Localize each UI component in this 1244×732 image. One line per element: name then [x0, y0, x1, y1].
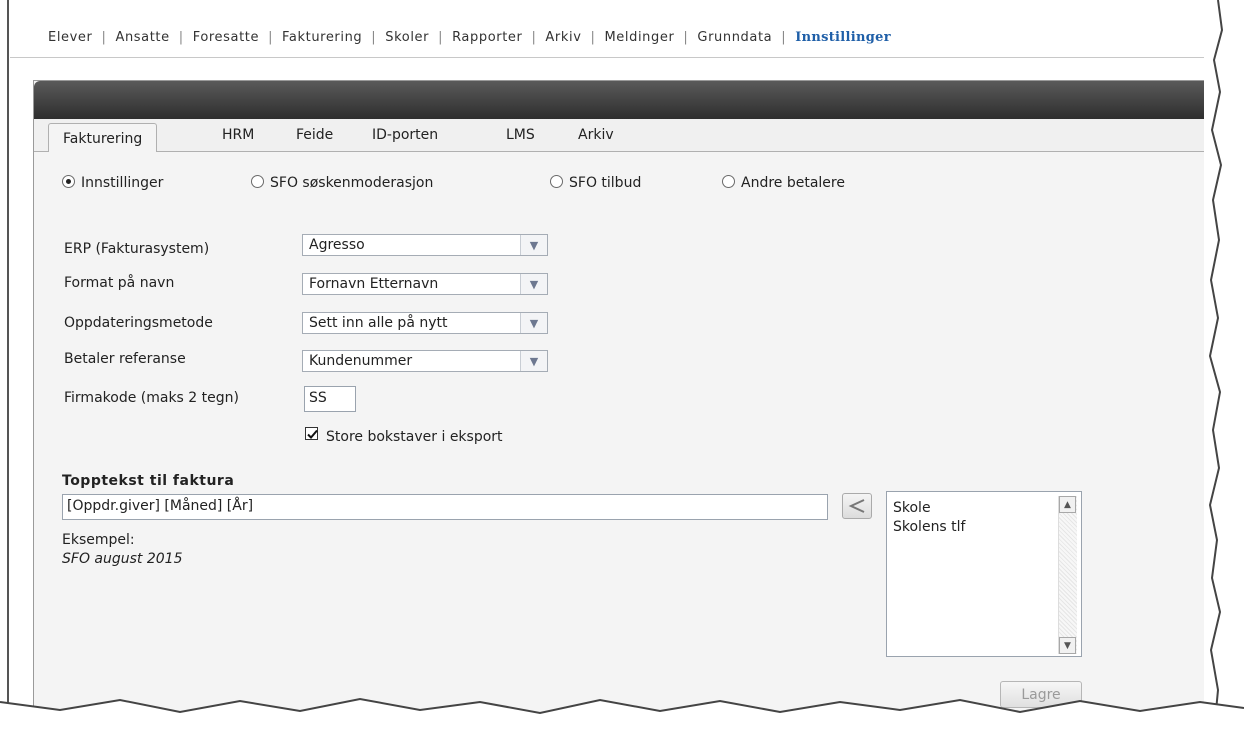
nav-elever[interactable]: Elever: [48, 30, 92, 45]
nav-meldinger[interactable]: Meldinger: [604, 30, 674, 45]
torn-edge-bottom: [0, 692, 1244, 732]
radio-button[interactable]: [722, 175, 735, 188]
chevron-down-icon[interactable]: ▼: [520, 235, 547, 255]
listbox-scrollbar[interactable]: ▲ ▼: [1058, 496, 1077, 654]
chevron-down-icon[interactable]: ▼: [520, 351, 547, 371]
name-format-label: Format på navn: [64, 275, 175, 291]
nav-separator: |: [438, 29, 444, 45]
example-value: SFO august 2015: [62, 551, 183, 567]
radio-andre-betalere[interactable]: Andre betalere: [722, 175, 845, 195]
example-label: Eksempel:: [62, 532, 135, 548]
chevron-down-icon[interactable]: ▼: [520, 313, 547, 333]
tab-bar: Fakturering HRM Feide ID-porten LMS Arki…: [34, 119, 1234, 152]
top-navigation: Elever | Ansatte | Foresatte | Fakturering |…: [48, 27, 891, 47]
update-method-value: Sett inn alle på nytt: [309, 315, 448, 331]
token-listbox[interactable]: Skole Skolens tlf ▲ ▼: [886, 491, 1082, 657]
nav-arkiv[interactable]: Arkiv: [545, 30, 581, 45]
radio-button[interactable]: [251, 175, 264, 188]
payer-ref-select[interactable]: Kundenummer ▼: [302, 350, 548, 372]
nav-separator: |: [781, 29, 787, 45]
erp-select-value: Agresso: [309, 237, 365, 253]
name-format-select[interactable]: Fornavn Etternavn ▼: [302, 273, 548, 295]
nav-separator: |: [531, 29, 537, 45]
company-code-label: Firmakode (maks 2 tegn): [64, 390, 239, 406]
radio-soskenmoderasjon[interactable]: SFO søskenmoderasjon: [251, 175, 433, 195]
topnav-divider: [10, 57, 1230, 58]
list-item[interactable]: Skole: [893, 500, 931, 516]
nav-separator: |: [371, 29, 377, 45]
arrow-left-icon: [848, 499, 865, 513]
radio-button[interactable]: [62, 175, 75, 188]
radio-sfo-tilbud[interactable]: SFO tilbud: [550, 175, 641, 195]
erp-label: ERP (Fakturasystem): [64, 241, 210, 257]
nav-innstillinger[interactable]: Innstillinger: [795, 30, 891, 45]
list-item[interactable]: Skolens tlf: [893, 519, 966, 535]
radio-label: Innstillinger: [81, 175, 164, 191]
header-text-title: Topptekst til faktura: [62, 473, 235, 489]
uppercase-checkbox[interactable]: [305, 427, 318, 440]
radio-button[interactable]: [550, 175, 563, 188]
update-method-label: Oppdateringsmetode: [64, 315, 213, 331]
tab-arkiv[interactable]: Arkiv: [578, 127, 614, 151]
update-method-select[interactable]: Sett inn alle på nytt ▼: [302, 312, 548, 334]
nav-separator: |: [590, 29, 596, 45]
scroll-up-icon[interactable]: ▲: [1059, 496, 1076, 513]
checkmark-icon: [307, 429, 318, 439]
nav-foresatte[interactable]: Foresatte: [193, 30, 259, 45]
tab-lms[interactable]: LMS: [506, 127, 535, 151]
payer-ref-value: Kundenummer: [309, 353, 413, 369]
nav-fakturering[interactable]: Fakturering: [282, 30, 362, 45]
panel-header-bar: [34, 81, 1234, 119]
header-text-input[interactable]: [Oppdr.giver] [Måned] [År]: [62, 494, 828, 520]
tab-fakturering[interactable]: Fakturering: [48, 123, 158, 152]
window-left-border: [0, 0, 9, 705]
chevron-down-icon[interactable]: ▼: [520, 274, 547, 294]
nav-separator: |: [101, 29, 107, 45]
nav-rapporter[interactable]: Rapporter: [452, 30, 522, 45]
nav-grunndata[interactable]: Grunndata: [697, 30, 772, 45]
tab-id-porten[interactable]: ID-porten: [372, 127, 438, 151]
nav-skoler[interactable]: Skoler: [385, 30, 429, 45]
radio-label: Andre betalere: [741, 175, 845, 191]
erp-select[interactable]: Agresso ▼: [302, 234, 548, 256]
name-format-value: Fornavn Etternavn: [309, 276, 439, 292]
nav-separator: |: [268, 29, 274, 45]
nav-separator: |: [178, 29, 184, 45]
radio-innstillinger[interactable]: Innstillinger: [62, 175, 163, 195]
radio-label: SFO tilbud: [569, 175, 642, 191]
nav-separator: |: [683, 29, 689, 45]
company-code-input[interactable]: SS: [304, 386, 356, 412]
insert-token-button[interactable]: [842, 493, 872, 519]
nav-ansatte[interactable]: Ansatte: [115, 30, 169, 45]
uppercase-label: Store bokstaver i eksport: [326, 429, 503, 445]
tab-hrm[interactable]: HRM: [222, 127, 254, 151]
tab-feide[interactable]: Feide: [296, 127, 333, 151]
payer-ref-label: Betaler referanse: [64, 351, 186, 367]
scroll-down-icon[interactable]: ▼: [1059, 637, 1076, 654]
torn-edge-right: [1204, 0, 1244, 732]
radio-label: SFO søskenmoderasjon: [270, 175, 434, 191]
